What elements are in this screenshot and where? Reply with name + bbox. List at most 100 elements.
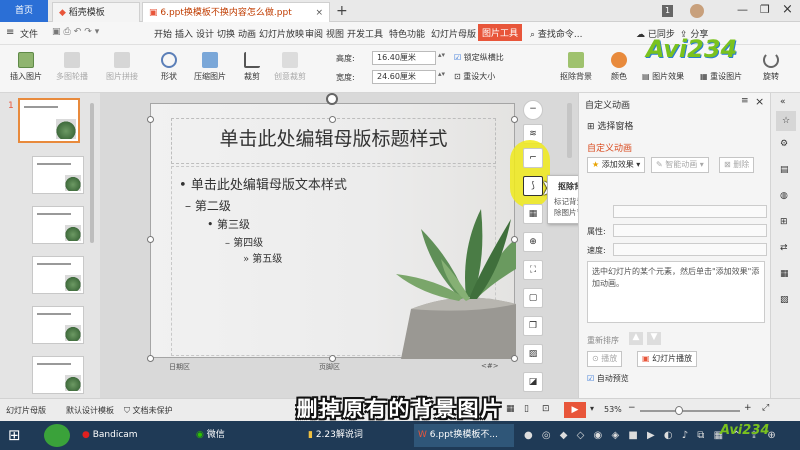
thumbnail-layout[interactable] — [32, 356, 84, 394]
move-down-icon[interactable]: ▼ — [647, 332, 661, 345]
thumbnail-master[interactable] — [18, 98, 80, 143]
remove-background-tool-icon[interactable]: ⟆ — [523, 176, 543, 196]
move-up-icon[interactable]: ▲ — [629, 332, 643, 345]
resize-handle[interactable] — [511, 116, 518, 123]
resize-handle[interactable] — [147, 236, 154, 243]
image-tool-icon[interactable]: ▦ — [523, 204, 543, 224]
menu-picture-tools[interactable]: 图片工具 — [478, 24, 523, 41]
wechat-taskbar-button[interactable]: ◉ 微信 — [196, 424, 266, 447]
menu-file[interactable]: 文件 — [20, 27, 38, 40]
close-tab-icon[interactable]: × — [315, 3, 323, 22]
menu-slideshow[interactable]: 幻灯片放映 — [259, 27, 304, 40]
remove-background-button[interactable]: 抠除背景 — [556, 52, 596, 82]
slideshow-play-button[interactable]: ▣ 幻灯片播放 — [637, 351, 698, 367]
frame-tool-icon[interactable]: ▢ — [523, 288, 543, 308]
reset-image-button[interactable]: ▦ 重设图片 — [700, 71, 742, 82]
panel-close-icon[interactable]: × — [755, 95, 764, 108]
thumbnail-layout[interactable] — [32, 156, 84, 194]
thumbnail-scrollbar[interactable] — [90, 103, 94, 243]
picture-pane-icon[interactable]: ▨ — [780, 295, 789, 305]
reset-size-button[interactable]: ⊡ 重设大小 — [454, 71, 495, 82]
thumbnail-layout[interactable] — [32, 306, 84, 344]
resize-handle[interactable] — [329, 355, 336, 362]
rotate-button[interactable]: 旋转 — [758, 52, 784, 82]
bandicam-taskbar-button[interactable]: ● Bandicam — [82, 424, 138, 447]
shape-button[interactable]: 形状 — [156, 52, 182, 82]
panel-menu-icon[interactable]: ≡ — [741, 96, 749, 106]
format-pane-icon[interactable]: ⚙ — [780, 139, 788, 149]
multi-carousel-button[interactable]: 多图轮播 — [52, 52, 92, 82]
compress-image-button[interactable]: 压缩图片 — [190, 52, 230, 82]
maximize-icon[interactable]: ❐ — [760, 3, 770, 16]
zoom-out-button[interactable]: − — [628, 403, 636, 413]
document-protection[interactable]: ⛉ 文档未保护 — [124, 405, 173, 416]
new-tab-button[interactable]: + — [336, 3, 348, 19]
menu-view[interactable]: 视图 — [326, 27, 344, 40]
tab-document[interactable]: ▣ 6.ppt换模板不换内容怎么做.ppt × — [142, 2, 330, 22]
slide-canvas[interactable]: 单击此处编辑母版标题样式 • 单击此处编辑母版文本样式 – 第二级 • 第三级 … — [150, 103, 516, 371]
tab-docer-template[interactable]: ◆ 稻壳模板 — [52, 2, 140, 22]
menu-start[interactable]: 开始 — [154, 27, 172, 40]
play-button[interactable]: ⊙ 播放 — [587, 351, 623, 367]
height-stepper[interactable]: ▴▾ — [438, 51, 445, 59]
layout-pane-icon[interactable]: ▤ — [780, 165, 789, 175]
lock-ratio-checkbox[interactable]: ☑ 锁定纵横比 — [454, 52, 504, 63]
creative-crop-button[interactable]: 创意裁剪 — [270, 52, 310, 82]
menu-animation[interactable]: 动画 — [238, 27, 256, 40]
rotate-handle-icon[interactable] — [326, 93, 338, 105]
zoom-tool-icon[interactable]: ⊕ — [523, 232, 543, 252]
zoom-out-icon[interactable]: − — [523, 100, 543, 120]
speed-select[interactable] — [613, 243, 767, 256]
tab-home[interactable]: 首页 — [0, 0, 48, 22]
menu-features[interactable]: 特色功能 — [389, 27, 425, 40]
avatar[interactable] — [690, 4, 704, 18]
thumbnail-layout[interactable] — [32, 206, 84, 244]
crop-button[interactable]: 裁剪 — [240, 52, 264, 82]
resize-handle[interactable] — [511, 236, 518, 243]
zoom-in-button[interactable]: + — [744, 403, 752, 413]
browser-taskbar-icon[interactable] — [44, 424, 70, 447]
image-joint-button[interactable]: 图片拼接 — [102, 52, 142, 82]
insert-image-button[interactable]: 插入图片 — [8, 52, 44, 82]
width-input[interactable]: 24.60厘米 — [372, 70, 436, 84]
adjust-tool-icon[interactable]: ◪ — [523, 372, 543, 392]
autopreview-checkbox[interactable]: ☑ 自动预览 — [587, 373, 629, 384]
menu-review[interactable]: 审阅 — [305, 27, 323, 40]
minimize-icon[interactable]: — — [737, 3, 748, 16]
attr-select[interactable] — [613, 224, 767, 237]
animation-list[interactable]: 选中幻灯片的某个元素，然后单击"添加效果"添加动画。 — [587, 261, 765, 323]
select-pane-icon-side[interactable]: ⊞ — [780, 217, 788, 227]
menu-developer[interactable]: 开发工具 — [347, 27, 383, 40]
theme-pane-icon[interactable]: ◍ — [780, 191, 788, 201]
delete-animation-button[interactable]: ⊠ 删除 — [719, 157, 755, 173]
height-input[interactable]: 16.40厘米 — [372, 51, 436, 65]
width-stepper[interactable]: ▴▾ — [438, 70, 445, 78]
hamburger-icon[interactable]: ≡ — [6, 27, 14, 38]
menu-design[interactable]: 设计 — [196, 27, 214, 40]
menu-slide-master[interactable]: 幻灯片母版 — [431, 27, 476, 40]
picture-tool-icon[interactable]: ▨ — [523, 344, 543, 364]
search-command[interactable]: ⌕ 查找命令... — [530, 27, 583, 40]
sidebar-toggle-icon[interactable]: « — [780, 97, 786, 107]
add-effect-button[interactable]: ★ 添加效果 ▾ — [587, 157, 646, 173]
panel-scrollbar[interactable] — [567, 103, 572, 158]
image-effect-button[interactable]: ▤ 图片效果 — [642, 71, 684, 82]
resize-handle[interactable] — [511, 355, 518, 362]
zoom-slider[interactable] — [640, 410, 740, 412]
wps-taskbar-button[interactable]: W 6.ppt换模板不... — [414, 424, 514, 447]
thumbnail-layout[interactable] — [32, 256, 84, 294]
start-button[interactable]: ⊞ — [8, 424, 21, 447]
quick-access-toolbar[interactable]: ▣⎙↶↷▾ — [52, 27, 102, 37]
table-pane-icon[interactable]: ▦ — [780, 269, 789, 279]
zoom-slider-thumb[interactable] — [675, 406, 683, 415]
menu-transition[interactable]: 切换 — [217, 27, 235, 40]
smart-animation-button[interactable]: ✎ 智能动画 ▾ — [651, 157, 709, 173]
resize-handle[interactable] — [147, 355, 154, 362]
menu-insert[interactable]: 插入 — [175, 27, 193, 40]
close-window-icon[interactable]: × — [782, 2, 793, 17]
window-count-badge[interactable]: 1 — [662, 5, 673, 17]
select-tool-icon[interactable]: ⛶ — [523, 260, 543, 280]
select-pane-button[interactable]: ⊞ 选择窗格 — [587, 119, 633, 132]
effect-select[interactable] — [613, 205, 767, 218]
transition-pane-icon[interactable]: ⇄ — [780, 243, 788, 253]
